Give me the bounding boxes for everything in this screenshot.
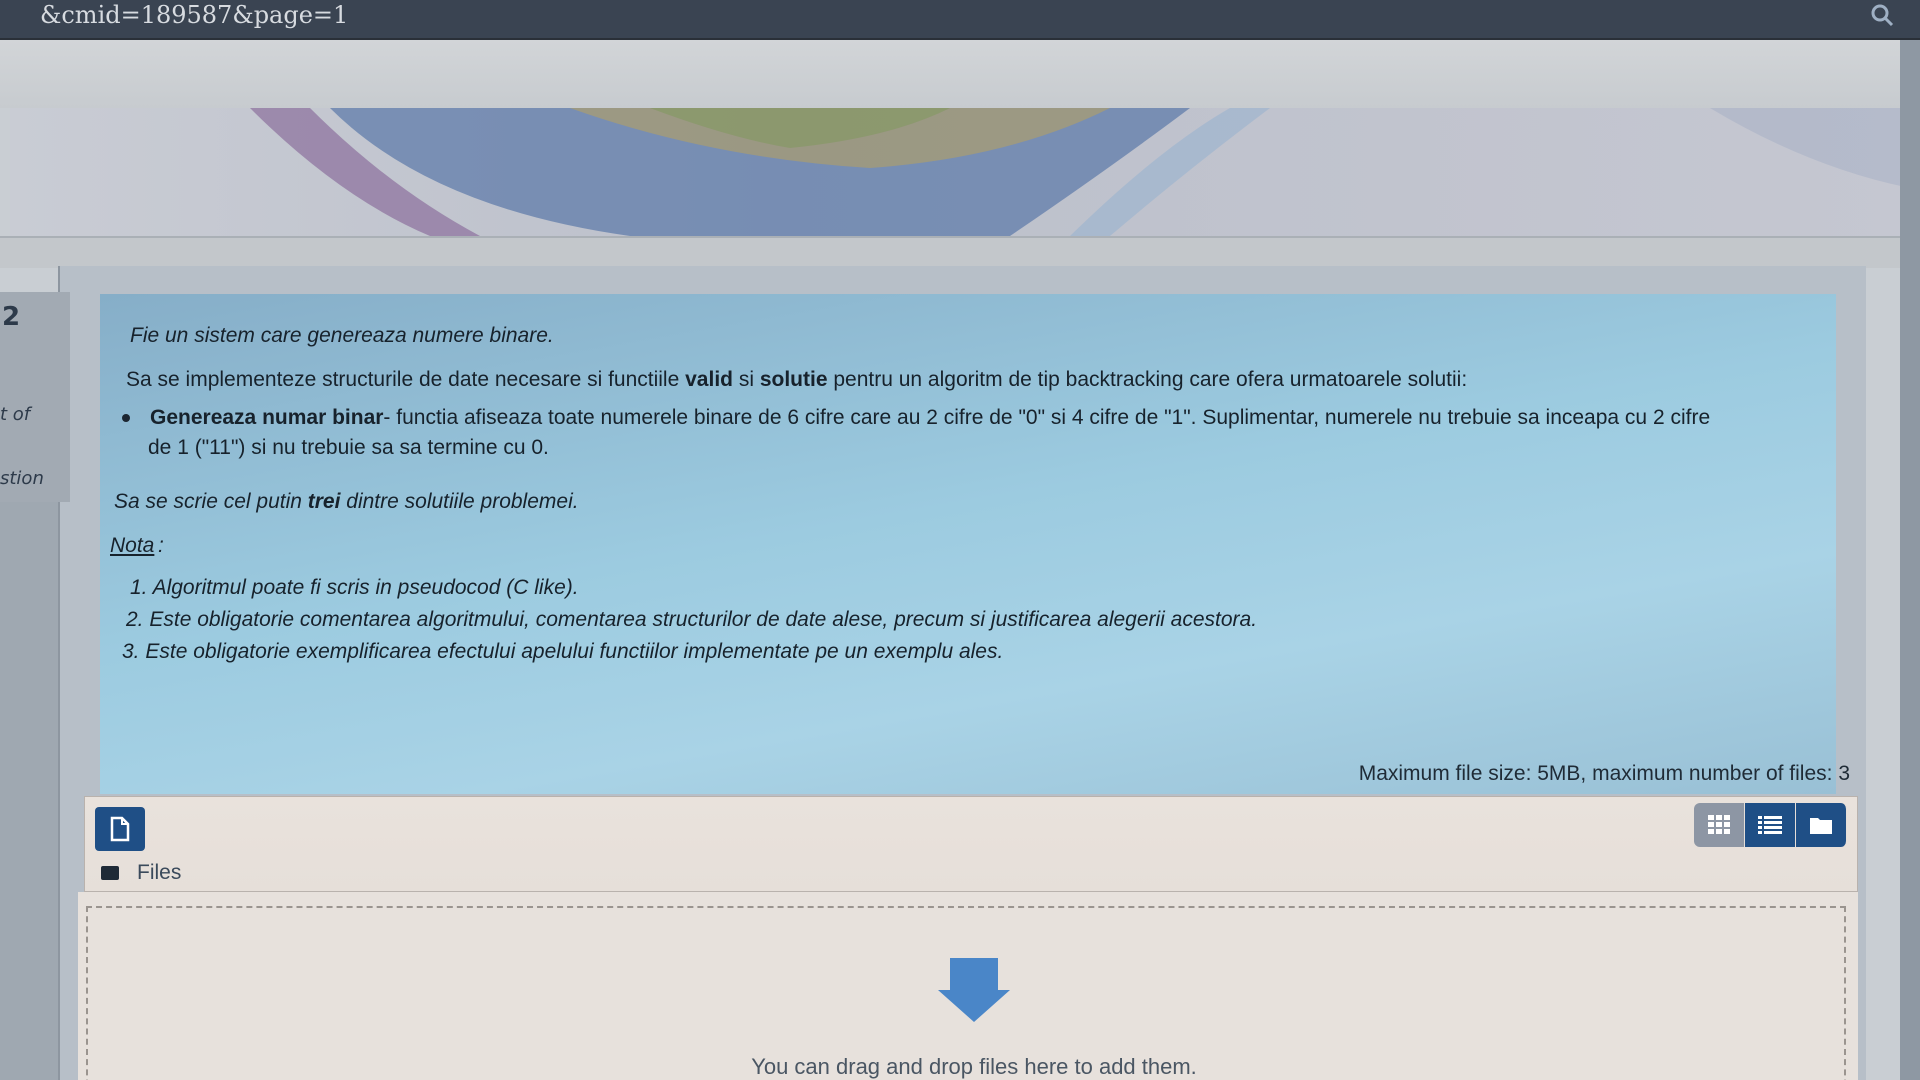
bullet-text: - functia afiseaza toate numerele binare… [383,406,1711,429]
dropzone-hint: You can drag and drop files here to add … [751,1054,1197,1079]
folder-icon [101,866,119,881]
nota-colon: : [158,534,164,557]
add-file-button[interactable] [95,807,145,851]
bullet-text-continued: de 1 ("11") si nu trebuie sa sa termine … [148,436,549,459]
note-item-1: 1. Algoritmul poate fi scris in pseudoco… [130,576,579,599]
note-item-2: 2. Este obligatorie comentarea algoritmu… [126,608,1258,631]
nota-label: Nota [110,534,155,557]
note-item-3: 3. Este obligatorie exemplificarea efect… [122,640,1004,663]
task-text-1: Sa se implementeze structurile de date n… [126,368,686,391]
download-arrow-icon [934,958,1014,1028]
task-line: Sa se implementeze structurile de date n… [126,368,1467,392]
question-info-label: t of [0,404,31,425]
url-text[interactable]: &cmid=189587&page=1 [40,0,348,30]
question-number: 2 [2,302,21,332]
top-navbar [0,40,1900,108]
write-text-2: dintre solutiile problemei. [340,490,579,513]
breadcrumb-files[interactable]: Files [137,861,181,884]
left-gutter [0,502,58,1080]
tree-view-button[interactable] [1796,803,1847,847]
intro-text: Fie un sistem care [130,324,308,347]
screen: &cmid=189587&page=1 2 t of stion Fie un … [0,0,1920,1080]
intro-italic-text: genereaza numere binare. [307,324,554,347]
browser-address-bar[interactable]: &cmid=189587&page=1 [0,0,1920,40]
view-switcher [1694,803,1847,847]
write-bold-trei: trei [307,490,341,513]
max-file-size-info: Maximum file size: 5MB, maximum number o… [1358,762,1850,785]
task-bold-solutie: solutie [759,368,828,391]
folder-view-icon [1810,818,1832,834]
breadcrumb: Files [101,861,181,885]
add-file-icon [110,816,130,842]
flag-question-link[interactable]: stion [0,468,44,489]
bullet-line-2: de 1 ("11") si nu trebuie sa sa termine … [148,436,549,460]
page-header-band [0,236,1920,268]
question-text-area: Fie un sistem care genereaza numere bina… [100,294,1836,794]
intro-line: Fie un sistem care genereaza numere bina… [130,324,554,348]
grid-view-icon [1708,815,1730,834]
list-view-button[interactable] [1745,803,1796,847]
bullet-line-1: Genereaza numar binar- functia afiseaza … [150,406,1710,430]
bullet-bold-text: Genereaza numar binar [150,406,384,429]
task-text-3: pentru un algoritm de tip backtracking c… [827,368,1468,391]
magnifier-icon[interactable] [1868,2,1896,30]
write-text-1: Sa se scrie cel putin [114,490,308,513]
list-view-icon [1758,816,1782,834]
write-line: Sa se scrie cel putin trei dintre soluti… [114,490,579,514]
nota-heading: Nota [110,534,154,558]
header-banner [10,108,1910,236]
question-info-panel: 2 t of stion [0,292,70,502]
right-scroll-edge[interactable] [1900,40,1920,1080]
file-manager-toolbar: Files [84,796,1858,892]
grid-view-button[interactable] [1694,803,1745,847]
bullet-point [122,414,130,422]
task-text-2: si [732,368,760,391]
task-bold-valid: valid [685,368,733,391]
